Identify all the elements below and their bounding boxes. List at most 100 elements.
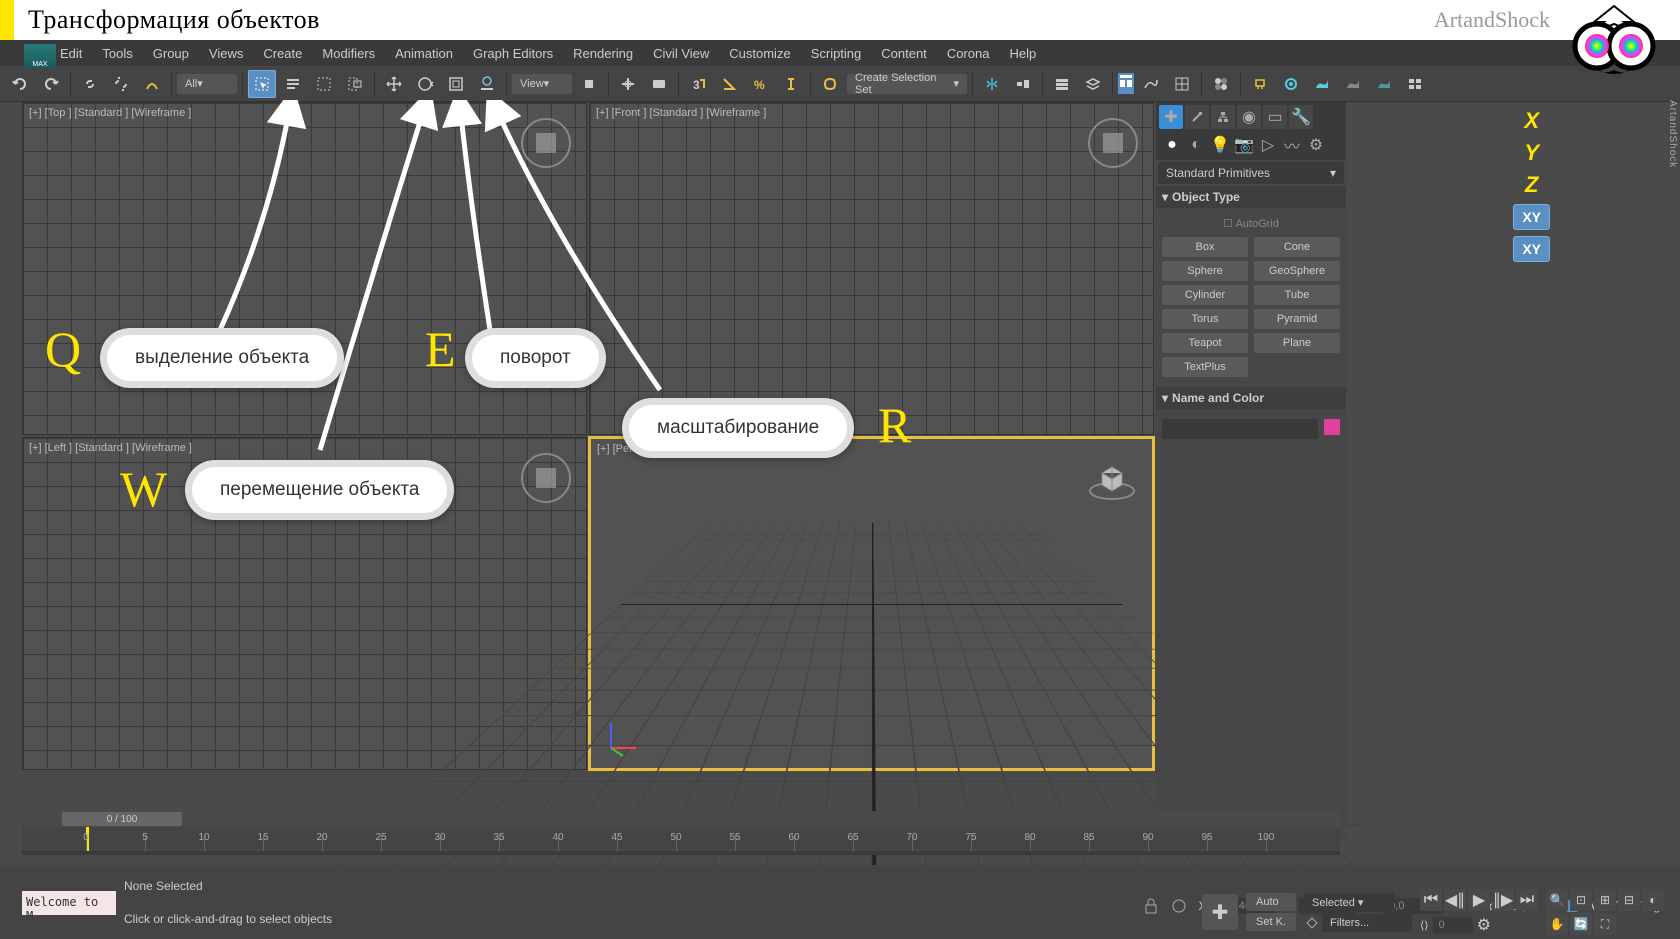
align-icon[interactable] <box>1009 70 1037 98</box>
move-button[interactable] <box>380 70 408 98</box>
goto-start-button[interactable]: ⏮ <box>1420 889 1442 911</box>
hierarchy-tab[interactable] <box>1211 105 1235 129</box>
zoom-icon[interactable]: 🔍 <box>1546 889 1568 911</box>
render-frame-icon[interactable] <box>1277 70 1305 98</box>
auto-key-button[interactable]: Auto <box>1246 893 1296 911</box>
display-tab[interactable]: ▭ <box>1263 105 1287 129</box>
box-button[interactable]: Box <box>1162 237 1248 257</box>
viewport-perspective[interactable]: [+] [Perspective ] [Standard ] [Default … <box>589 437 1154 770</box>
helpers-subtab[interactable]: ▷ <box>1258 135 1278 155</box>
axis-xy-button[interactable]: XY <box>1513 204 1550 230</box>
layer-explorer-icon[interactable] <box>1048 70 1076 98</box>
fov-icon[interactable]: ◐ <box>1642 889 1664 911</box>
unlink-icon[interactable] <box>107 70 135 98</box>
edit-selection-set-icon[interactable] <box>816 70 844 98</box>
motion-tab[interactable]: ◉ <box>1237 105 1261 129</box>
render-setup-icon[interactable] <box>1246 70 1274 98</box>
selection-filter-combo[interactable]: All ▾ <box>177 74 237 94</box>
axis-xy-button-2[interactable]: XY <box>1513 236 1550 262</box>
render-in-cloud-icon[interactable] <box>1401 70 1429 98</box>
redo-icon[interactable] <box>37 70 65 98</box>
undo-icon[interactable] <box>6 70 34 98</box>
render-iterative-icon[interactable] <box>1370 70 1398 98</box>
cylinder-button[interactable]: Cylinder <box>1162 285 1248 305</box>
cone-button[interactable]: Cone <box>1254 237 1340 257</box>
modify-tab[interactable] <box>1185 105 1209 129</box>
lights-subtab[interactable]: 💡 <box>1210 135 1230 155</box>
viewport-front[interactable]: [+] [Front ] [Standard ] [Wireframe ] <box>589 102 1154 435</box>
maxscript-mini-listener[interactable]: Welcome to M <box>22 891 116 915</box>
time-ruler[interactable]: 0510152025303540455055606570758085909510… <box>22 827 1340 851</box>
sphere-button[interactable]: Sphere <box>1162 261 1248 281</box>
pan-icon[interactable]: ✋ <box>1546 913 1568 935</box>
shapes-subtab[interactable]: ◐ <box>1186 135 1206 155</box>
menu-edit[interactable]: Edit <box>60 46 82 61</box>
plane-button[interactable]: Plane <box>1254 333 1340 353</box>
name-color-header[interactable]: ▾ Name and Color <box>1156 387 1346 409</box>
autogrid-checkbox[interactable]: ☐ AutoGrid <box>1162 214 1340 233</box>
spacewarps-subtab[interactable]: 〰 <box>1282 135 1302 155</box>
spinner-snap-icon[interactable] <box>777 70 805 98</box>
mirror-icon[interactable] <box>978 70 1006 98</box>
menu-customize[interactable]: Customize <box>729 46 790 61</box>
time-slider-handle[interactable]: 0 / 100 <box>62 812 182 826</box>
menu-corona[interactable]: Corona <box>947 46 990 61</box>
placement-button[interactable] <box>473 70 501 98</box>
schematic-view-icon[interactable] <box>1168 70 1196 98</box>
utilities-tab[interactable]: 🔧 <box>1289 105 1313 129</box>
select-manipulate-icon[interactable] <box>614 70 642 98</box>
menu-views[interactable]: Views <box>209 46 243 61</box>
geosphere-button[interactable]: GeoSphere <box>1254 261 1340 281</box>
torus-button[interactable]: Torus <box>1162 309 1248 329</box>
menu-tools[interactable]: Tools <box>102 46 132 61</box>
pyramid-button[interactable]: Pyramid <box>1254 309 1340 329</box>
zoom-all-icon[interactable]: ⊡ <box>1570 889 1592 911</box>
select-object-button[interactable] <box>248 70 276 98</box>
snap-toggle-icon[interactable]: 3 <box>684 70 712 98</box>
zoom-extents-icon[interactable]: ⊞ <box>1594 889 1616 911</box>
systems-subtab[interactable]: ⚙ <box>1306 135 1326 155</box>
cameras-subtab[interactable]: 📷 <box>1234 135 1254 155</box>
viewcube-icon[interactable] <box>1084 451 1140 507</box>
tube-button[interactable]: Tube <box>1254 285 1340 305</box>
selection-lock-icon[interactable] <box>1142 897 1160 915</box>
key-filter-combo[interactable]: Selected ▾ <box>1304 893 1394 912</box>
use-pivot-icon[interactable] <box>575 70 603 98</box>
zoom-extents-all-icon[interactable]: ⊟ <box>1618 889 1640 911</box>
rect-selection-icon[interactable] <box>310 70 338 98</box>
play-button[interactable]: ▶ <box>1468 889 1490 911</box>
maximize-viewport-icon[interactable]: ⛶ <box>1594 913 1616 935</box>
primitive-type-dropdown[interactable]: Standard Primitives▾ <box>1158 162 1344 184</box>
menu-content[interactable]: Content <box>881 46 927 61</box>
key-mode-icon[interactable] <box>1304 915 1320 931</box>
big-key-button[interactable]: ✚ <box>1202 894 1238 930</box>
viewcube-icon[interactable] <box>518 115 574 171</box>
curve-editor-icon[interactable] <box>1137 70 1165 98</box>
menu-civil-view[interactable]: Civil View <box>653 46 709 61</box>
time-slider-track[interactable]: 0 / 100 <box>22 811 1340 827</box>
selection-set-combo[interactable]: Create Selection Set ▾ <box>847 74 967 94</box>
viewcube-icon[interactable] <box>1085 115 1141 171</box>
menu-graph-editors[interactable]: Graph Editors <box>473 46 553 61</box>
textplus-button[interactable]: TextPlus <box>1162 357 1248 377</box>
goto-end-button[interactable]: ⏭ <box>1516 889 1538 911</box>
render-production-icon[interactable] <box>1308 70 1336 98</box>
current-frame-input[interactable]: 0 <box>1433 917 1473 933</box>
rotate-button[interactable] <box>411 70 439 98</box>
scale-button[interactable] <box>442 70 470 98</box>
set-key-button[interactable]: Set K. <box>1246 913 1296 931</box>
angle-snap-icon[interactable] <box>715 70 743 98</box>
material-editor-icon[interactable] <box>1207 70 1235 98</box>
menu-create[interactable]: Create <box>263 46 302 61</box>
viewcube-icon[interactable] <box>518 450 574 506</box>
reference-coord-combo[interactable]: View ▾ <box>512 74 572 94</box>
keyboard-shortcut-icon[interactable] <box>645 70 673 98</box>
select-by-name-icon[interactable] <box>279 70 307 98</box>
ribbon-toggle-icon[interactable] <box>1118 73 1134 94</box>
menu-group[interactable]: Group <box>153 46 189 61</box>
percent-snap-icon[interactable]: % <box>746 70 774 98</box>
object-name-input[interactable] <box>1162 419 1318 439</box>
menu-modifiers[interactable]: Modifiers <box>322 46 375 61</box>
menu-rendering[interactable]: Rendering <box>573 46 633 61</box>
orbit-icon[interactable]: 🔄 <box>1570 913 1592 935</box>
